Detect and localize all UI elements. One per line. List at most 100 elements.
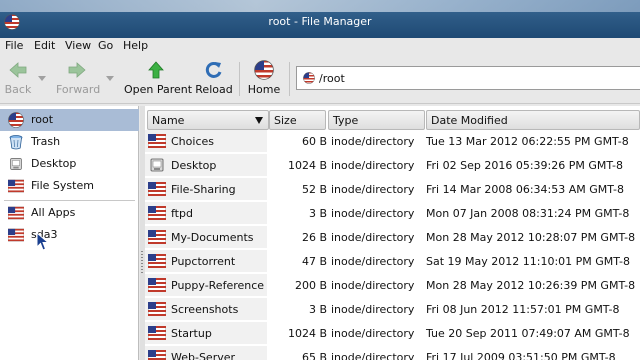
file-type: inode/directory	[331, 135, 415, 148]
file-date: Sat 19 May 2012 11:10:01 PM GMT-8	[426, 255, 630, 268]
file-row[interactable]: Startup 1024 B inode/directory Tue 20 Sep 2…	[145, 322, 640, 346]
forward-button[interactable]: Forward	[56, 60, 100, 96]
file-row[interactable]: Screenshots 3 B inode/directory Fri 08 Jun …	[145, 298, 640, 322]
flag-icon	[8, 178, 24, 194]
file-row[interactable]: ftpd 3 B inode/directory Mon 07 Jan 2008 08…	[145, 202, 640, 226]
flag-icon	[8, 227, 24, 243]
sidebar-item-root[interactable]: root	[0, 109, 139, 131]
column-header-size[interactable]: Size	[269, 110, 326, 130]
flag-icon	[148, 350, 166, 360]
file-date: Tue 13 Mar 2012 06:22:55 PM GMT-8	[426, 135, 629, 148]
file-row[interactable]: Choices 60 B inode/directory Tue 13 Mar 201…	[145, 130, 640, 154]
flag-icon	[148, 302, 166, 316]
reload-icon	[205, 61, 222, 78]
up-arrow-icon	[148, 61, 164, 79]
sidebar-item-desktop[interactable]: Desktop	[0, 153, 139, 175]
menu-view[interactable]: View	[65, 39, 91, 52]
file-name: File-Sharing	[171, 183, 236, 196]
file-type: inode/directory	[331, 183, 415, 196]
sidebar-item-trash[interactable]: Trash	[0, 131, 139, 153]
file-size: 3 B	[308, 207, 327, 220]
column-header-type[interactable]: Type	[328, 110, 425, 130]
file-size: 1024 B	[287, 327, 327, 340]
file-size: 52 B	[301, 183, 327, 196]
file-type: inode/directory	[331, 327, 415, 340]
home-icon	[254, 60, 274, 80]
flag-icon	[148, 254, 166, 268]
location-bar[interactable]	[296, 66, 640, 90]
flag-icon	[8, 205, 24, 221]
file-name: Puppy-Reference	[171, 279, 265, 292]
home-button[interactable]: Home	[246, 60, 282, 96]
file-type: inode/directory	[331, 279, 415, 292]
file-name: Pupctorrent	[171, 255, 236, 268]
forward-arrow-icon	[68, 62, 86, 78]
flag-icon	[148, 230, 166, 244]
desktop-icon	[8, 156, 24, 172]
file-row[interactable]: Pupctorrent 47 B inode/directory Sat 19 May…	[145, 250, 640, 274]
file-type: inode/directory	[331, 303, 415, 316]
file-size: 26 B	[301, 231, 327, 244]
flag-icon	[148, 182, 166, 196]
file-type: inode/directory	[331, 159, 415, 172]
flag-icon	[148, 326, 166, 340]
back-history-dropdown[interactable]	[38, 76, 46, 81]
back-button[interactable]: Back	[4, 60, 32, 96]
desktop-wallpaper-strip	[0, 0, 640, 12]
file-name: My-Documents	[171, 231, 254, 244]
title-bar[interactable]: root - File Manager	[0, 0, 640, 38]
file-size: 200 B	[294, 279, 327, 292]
file-row[interactable]: Web-Server 65 B inode/directory Fri 17 Jul …	[145, 346, 640, 360]
file-row[interactable]: Desktop 1024 B inode/directory Fri 02 Sep 2…	[145, 154, 640, 178]
menu-file[interactable]: File	[5, 39, 23, 52]
file-name: Desktop	[171, 159, 217, 172]
sort-descending-icon	[255, 117, 263, 124]
file-list: Name Size Type Date Modified Choices 60 B…	[145, 106, 640, 360]
flag-icon	[148, 278, 166, 292]
location-flag-icon	[303, 72, 315, 84]
file-date: Mon 07 Jan 2008 08:31:24 PM GMT-8	[426, 207, 630, 220]
file-date: Tue 20 Sep 2011 07:49:07 AM GMT-8	[426, 327, 630, 340]
file-date: Fri 08 Jun 2012 11:57:01 PM GMT-8	[426, 303, 620, 316]
flag-icon	[148, 206, 166, 220]
file-size: 47 B	[301, 255, 327, 268]
file-size: 3 B	[308, 303, 327, 316]
sidebar: root Trash Desktop File System All Apps …	[0, 106, 139, 360]
sidebar-separator	[4, 200, 135, 201]
toolbar-separator	[289, 62, 290, 96]
column-header-date[interactable]: Date Modified	[426, 110, 640, 130]
file-date: Fri 14 Mar 2008 06:34:53 AM GMT-8	[426, 183, 624, 196]
toolbar-separator	[239, 62, 240, 96]
file-row[interactable]: My-Documents 26 B inode/directory Mon 28 Ma…	[145, 226, 640, 250]
mouse-pointer-icon	[36, 232, 50, 251]
sidebar-item-sda3[interactable]: sda3	[0, 224, 139, 246]
sidebar-item-all-apps[interactable]: All Apps	[0, 202, 139, 224]
file-name: Startup	[171, 327, 212, 340]
menu-edit[interactable]: Edit	[34, 39, 55, 52]
file-row[interactable]: Puppy-Reference 200 B inode/directory Mon 2…	[145, 274, 640, 298]
file-row[interactable]: File-Sharing 52 B inode/directory Fri 14 Ma…	[145, 178, 640, 202]
trash-icon	[8, 134, 24, 150]
file-name: ftpd	[171, 207, 193, 220]
back-arrow-icon	[9, 62, 27, 78]
sidebar-item-file-system[interactable]: File System	[0, 175, 139, 197]
location-input[interactable]	[319, 70, 619, 86]
file-type: inode/directory	[331, 351, 415, 360]
file-date: Mon 28 May 2012 10:26:39 PM GMT-8	[426, 279, 636, 292]
column-header-name[interactable]: Name	[147, 110, 269, 130]
menu-go[interactable]: Go	[98, 39, 113, 52]
forward-history-dropdown[interactable]	[106, 76, 114, 81]
reload-button[interactable]: Reload	[194, 60, 234, 96]
menu-help[interactable]: Help	[123, 39, 148, 52]
file-size: 60 B	[301, 135, 327, 148]
open-parent-button[interactable]: Open Parent	[124, 60, 192, 96]
flag-icon	[148, 134, 166, 148]
file-type: inode/directory	[331, 231, 415, 244]
file-name: Screenshots	[171, 303, 239, 316]
desktop-icon	[148, 158, 166, 172]
file-date: Fri 17 Jul 2009 03:51:50 PM GMT-8	[426, 351, 616, 360]
file-name: Choices	[171, 135, 214, 148]
splitter-grip	[141, 251, 143, 275]
file-date: Fri 02 Sep 2016 05:39:26 PM GMT-8	[426, 159, 624, 172]
file-type: inode/directory	[331, 255, 415, 268]
